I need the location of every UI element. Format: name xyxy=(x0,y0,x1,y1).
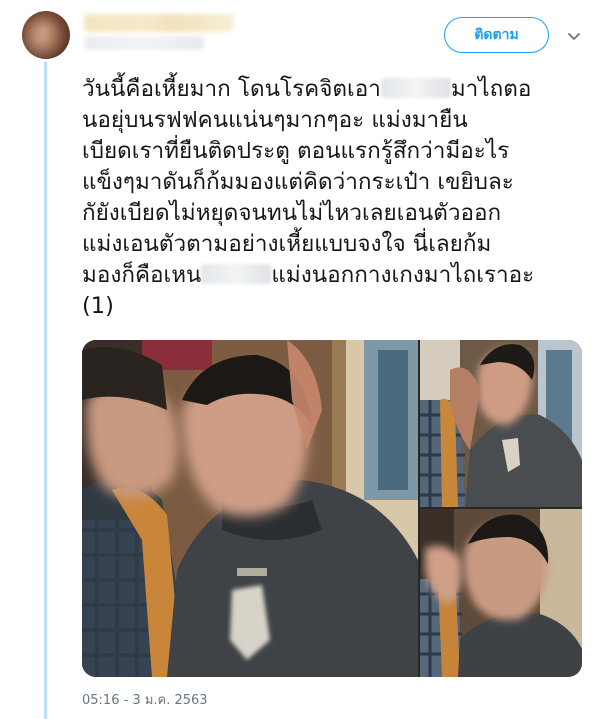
photo-main-image xyxy=(82,340,418,677)
photo-top-right[interactable] xyxy=(420,340,582,507)
tweet-line-5: กัยังเบียดไม่หยุดจนทนไม่ไหวเลยเอนตัวออก xyxy=(82,200,502,226)
photo-bottom-right-image xyxy=(420,509,582,677)
tweet-line-7: มองก็คือเหน แม่งนอกกางเกงมาไถเราอะ xyxy=(82,260,597,291)
avatar[interactable] xyxy=(22,11,70,59)
photo-main[interactable] xyxy=(82,340,418,677)
tweet-text-part: มาไถตอ xyxy=(450,76,532,102)
avatar-blur xyxy=(22,11,70,59)
chevron-down-icon[interactable] xyxy=(566,28,582,44)
tweet-line-2: นอยุ่บนรฟฟคนแน่นๆมากๆอะ แม่งมายืน xyxy=(82,107,468,133)
tweet-text: วันนี้คือเหี้ยมาก โดนโรคจิตเอา มาไถตอ นอย… xyxy=(82,74,597,322)
tweet-line-8: (1) xyxy=(82,293,114,319)
thread-line xyxy=(44,62,47,719)
follow-button[interactable]: ติดตาม xyxy=(444,17,549,53)
tweet-line-1: วันนี้คือเหี้ยมาก โดนโรคจิตเอา มาไถตอ xyxy=(82,74,597,105)
photo-top-right-image xyxy=(420,340,582,507)
handle-redacted[interactable] xyxy=(84,36,204,50)
display-name-redacted[interactable] xyxy=(84,14,234,32)
tweet-timestamp[interactable]: 05:16 - 3 ม.ค. 2563 xyxy=(82,689,208,710)
tweet-line-3: เบียดเราที่ยืนติดประตู ตอนแรกรู้สึกว่ามี… xyxy=(82,138,510,164)
redacted-word xyxy=(201,264,272,284)
media-grid xyxy=(82,340,582,677)
tweet-text-part: มองก็คือเหน xyxy=(82,262,202,288)
tweet-text-part: แม่งนอกกางเกงมาไถเราอะ xyxy=(271,262,535,288)
tweet-line-6: แม่งเอนตัวตามอย่างเหี้ยแบบจงใจ นี่เลยก้ม xyxy=(82,231,492,257)
tweet-text-part: วันนี้คือเหี้ยมาก โดนโรคจิตเอา xyxy=(82,76,381,102)
redacted-word xyxy=(380,78,451,98)
tweet-line-4: แข็งๆมาดันก็ก้มมองแต่คิดว่ากระเป๋า เขยิบ… xyxy=(82,169,514,195)
photo-bottom-right[interactable] xyxy=(420,509,582,677)
